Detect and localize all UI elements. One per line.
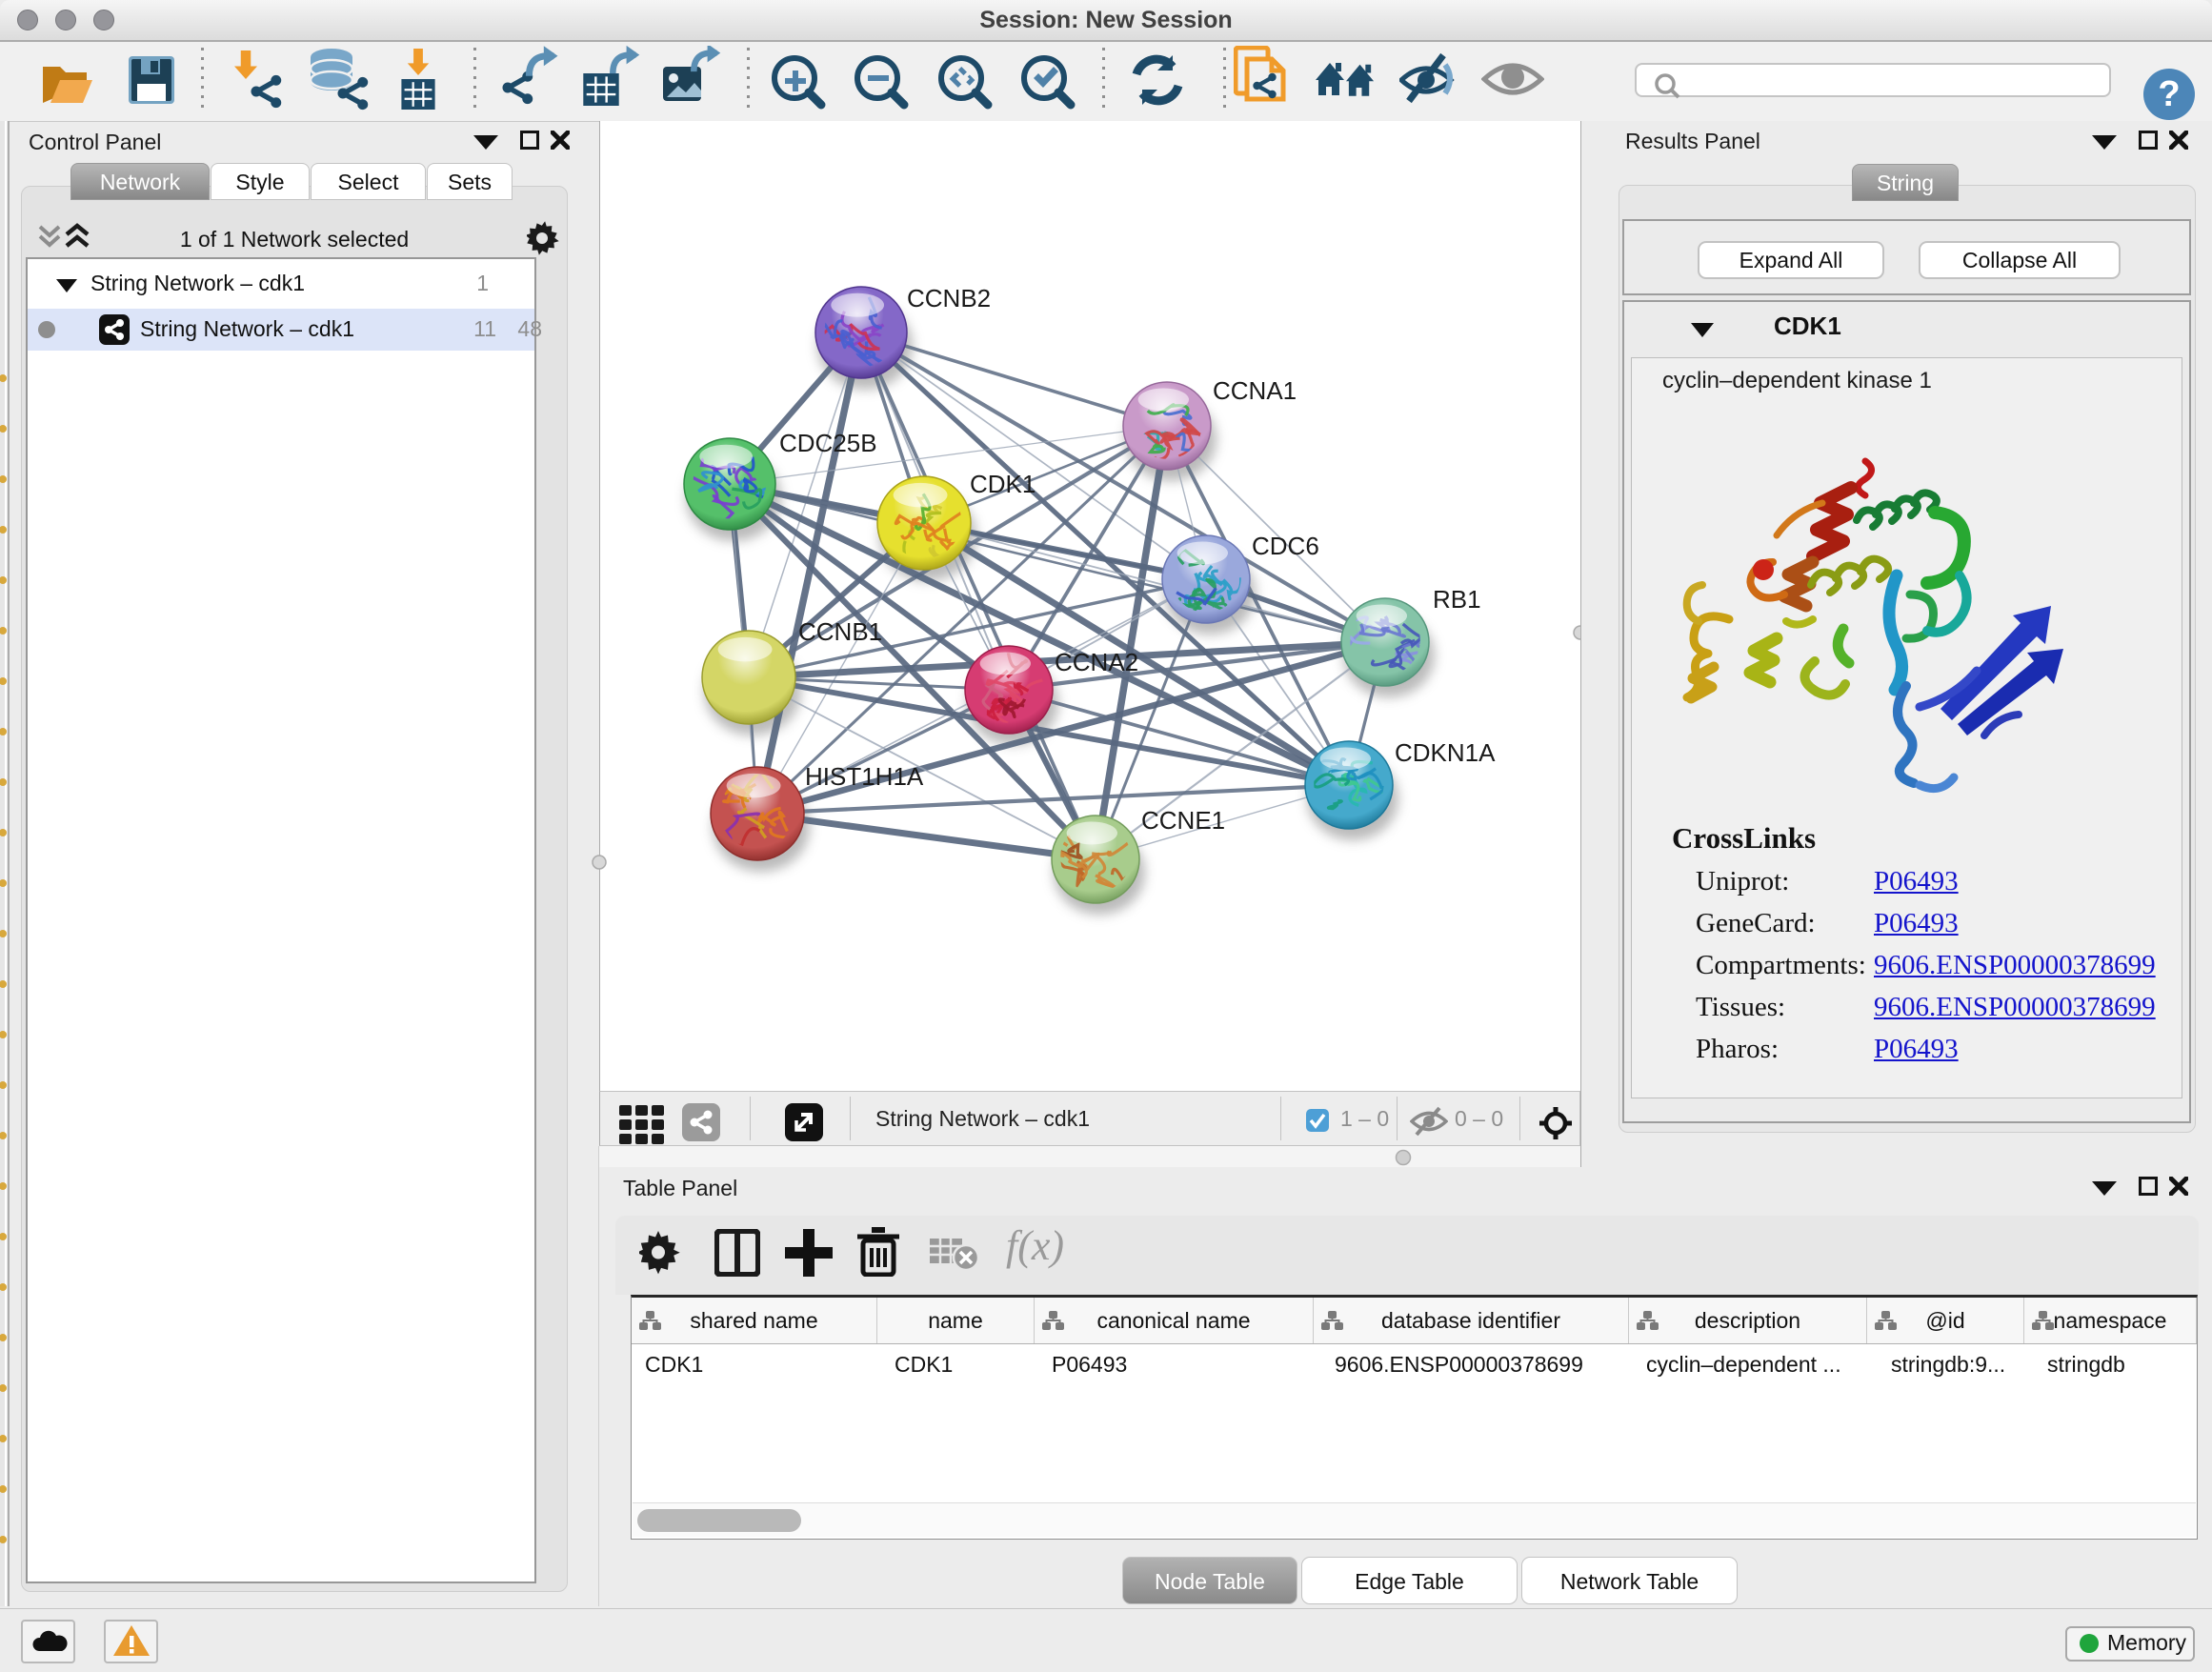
svg-text:HIST1H1A: HIST1H1A	[805, 762, 924, 791]
svg-text:CDC25B: CDC25B	[779, 429, 877, 457]
svg-text:?: ?	[2158, 74, 2180, 114]
svg-text:CCNE1: CCNE1	[1141, 806, 1225, 835]
svg-text:RB1: RB1	[1433, 585, 1481, 614]
svg-text:CCNA2: CCNA2	[1055, 648, 1138, 676]
svg-text:CCNB1: CCNB1	[798, 617, 882, 646]
svg-text:CDK1: CDK1	[970, 470, 1036, 498]
svg-text:CDC6: CDC6	[1252, 532, 1319, 560]
svg-text:CCNB2: CCNB2	[907, 284, 991, 312]
svg-text:CDKN1A: CDKN1A	[1395, 738, 1496, 767]
svg-text:CCNA1: CCNA1	[1213, 376, 1297, 405]
